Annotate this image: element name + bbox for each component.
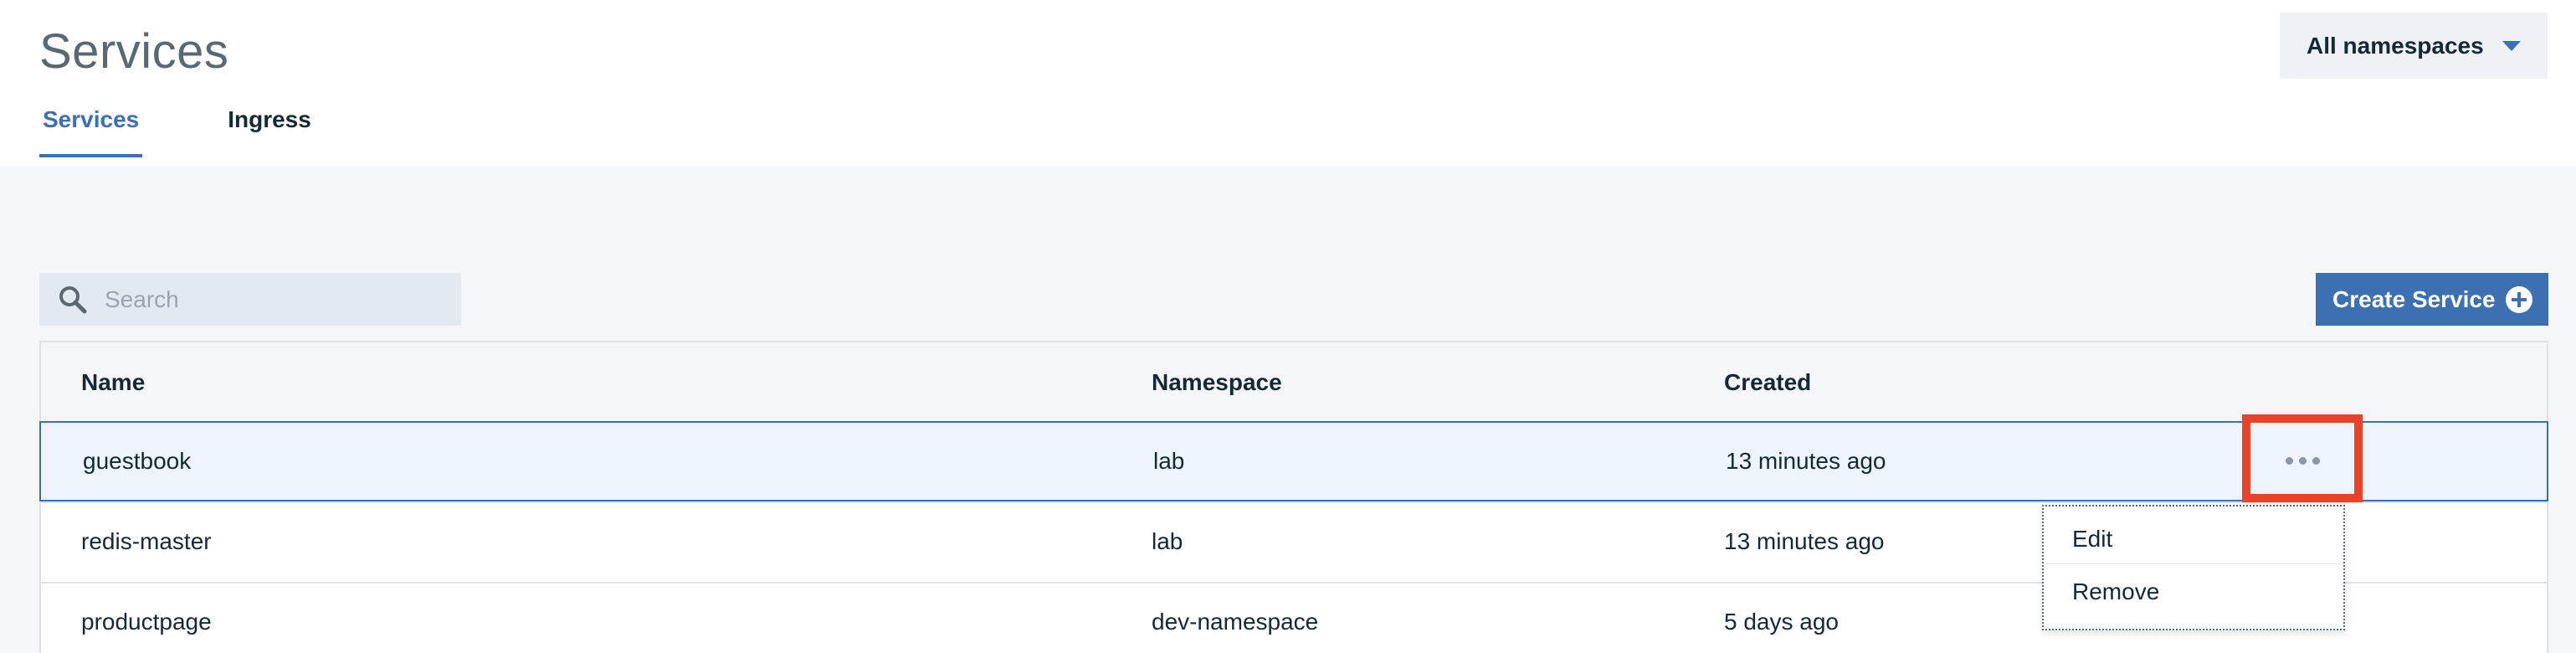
row-name: guestbook xyxy=(83,448,192,474)
column-header-namespace[interactable]: Namespace xyxy=(1152,369,1282,396)
row-namespace: lab xyxy=(1153,448,1185,474)
search-icon xyxy=(59,286,87,314)
menu-divider xyxy=(2044,563,2343,564)
caret-down-icon xyxy=(2502,41,2521,51)
row-namespace: dev-namespace xyxy=(1152,609,1319,635)
overflow-menu-button[interactable] xyxy=(2242,414,2363,502)
search-input[interactable] xyxy=(105,273,448,326)
column-header-created[interactable]: Created xyxy=(1724,369,1811,396)
table-row[interactable]: guestbook lab 13 minutes ago xyxy=(39,421,2548,501)
row-name: redis-master xyxy=(81,528,212,554)
overflow-menu: Edit Remove xyxy=(2042,505,2345,630)
row-created: 13 minutes ago xyxy=(1726,448,1886,474)
row-namespace: lab xyxy=(1152,528,1183,554)
search-box xyxy=(39,273,461,326)
tab-services[interactable]: Services xyxy=(39,105,143,157)
overflow-menu-icon xyxy=(2285,457,2320,465)
page-title: Services xyxy=(39,24,229,79)
table-header: Name Namespace Created xyxy=(41,342,2547,421)
namespace-dropdown[interactable]: All namespaces xyxy=(2280,13,2548,79)
row-created: 5 days ago xyxy=(1724,609,1839,635)
create-service-label: Create Service xyxy=(2332,285,2496,312)
menu-item-edit[interactable]: Edit xyxy=(2044,512,2343,565)
tab-ingress[interactable]: Ingress xyxy=(224,105,315,157)
column-header-name[interactable]: Name xyxy=(81,369,145,396)
namespace-dropdown-value: All namespaces xyxy=(2307,32,2484,59)
tab-list: Services Ingress xyxy=(39,105,397,157)
row-created: 13 minutes ago xyxy=(1724,528,1885,554)
page-header: Services Services Ingress All namespaces xyxy=(0,0,2576,166)
plus-circle-icon xyxy=(2506,286,2532,313)
row-name: productpage xyxy=(81,609,212,635)
create-service-button[interactable]: Create Service xyxy=(2316,273,2548,326)
menu-item-remove[interactable]: Remove xyxy=(2044,565,2343,618)
